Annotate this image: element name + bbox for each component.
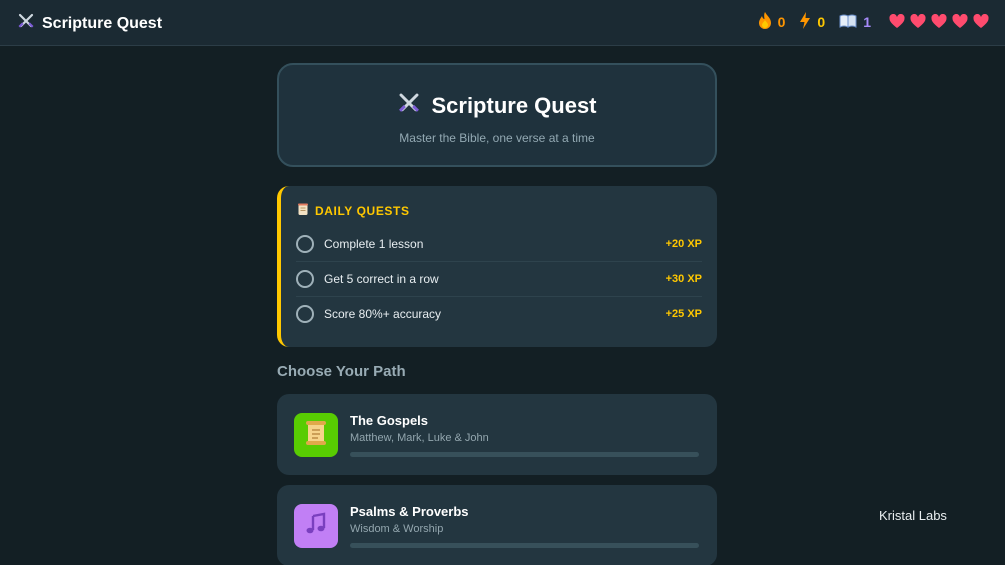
lessons-stat[interactable]: 1 bbox=[839, 14, 871, 31]
choose-path-heading: Choose Your Path bbox=[277, 363, 406, 380]
quest-xp: +30 XP bbox=[665, 273, 702, 285]
path-progress-bar bbox=[350, 452, 699, 457]
hero-card: Scripture Quest Master the Bible, one ve… bbox=[277, 63, 717, 167]
top-bar: Scripture Quest 0 0 1 bbox=[0, 0, 1005, 46]
hero-subtitle: Master the Bible, one verse at a time bbox=[399, 131, 595, 145]
scroll-icon bbox=[304, 420, 328, 451]
lightning-bolt-icon bbox=[799, 12, 811, 32]
stats-bar: 0 0 1 bbox=[758, 12, 989, 32]
fire-icon bbox=[758, 12, 772, 32]
quest-item[interactable]: Get 5 correct in a row +30 XP bbox=[296, 261, 702, 296]
heart-icon bbox=[889, 13, 905, 30]
path-card-gospels[interactable]: The Gospels Matthew, Mark, Luke & John bbox=[277, 394, 717, 475]
xp-stat[interactable]: 0 bbox=[799, 12, 825, 32]
path-title: The Gospels bbox=[350, 413, 429, 428]
brand[interactable]: Scripture Quest bbox=[17, 12, 162, 35]
daily-quests-card: DAILY QUESTS Complete 1 lesson +20 XP Ge… bbox=[277, 186, 717, 347]
quest-item[interactable]: Complete 1 lesson +20 XP bbox=[296, 226, 702, 261]
open-book-icon bbox=[839, 14, 857, 31]
quest-checkbox[interactable] bbox=[296, 234, 314, 253]
lessons-value: 1 bbox=[863, 14, 871, 30]
daily-quests-title: DAILY QUESTS bbox=[315, 204, 410, 218]
streak-stat[interactable]: 0 bbox=[758, 12, 786, 32]
hero-title-text: Scripture Quest bbox=[431, 93, 597, 118]
heart-icon bbox=[931, 13, 947, 30]
quest-checkbox[interactable] bbox=[296, 305, 314, 323]
music-note-icon bbox=[304, 512, 328, 541]
watermark: Kristal Labs bbox=[879, 508, 947, 523]
path-progress-bar bbox=[350, 543, 699, 548]
scroll-icon bbox=[297, 203, 309, 219]
hero-title: Scripture Quest bbox=[279, 91, 715, 121]
crossed-swords-icon bbox=[397, 91, 421, 121]
heart-icon bbox=[973, 13, 989, 30]
heart-icon bbox=[952, 13, 968, 30]
path-icon bbox=[294, 413, 338, 457]
streak-value: 0 bbox=[777, 14, 786, 30]
app-title: Scripture Quest bbox=[42, 14, 163, 32]
quest-label: Complete 1 lesson bbox=[324, 236, 424, 251]
path-card-psalms-proverbs[interactable]: Psalms & Proverbs Wisdom & Worship bbox=[277, 485, 717, 565]
path-icon bbox=[294, 504, 338, 548]
path-subtitle: Matthew, Mark, Luke & John bbox=[350, 432, 489, 444]
quest-label: Score 80%+ accuracy bbox=[324, 307, 442, 321]
daily-quests-heading: DAILY QUESTS bbox=[297, 203, 410, 219]
path-subtitle: Wisdom & Worship bbox=[350, 523, 444, 535]
heart-icon bbox=[910, 13, 926, 30]
quest-xp: +25 XP bbox=[665, 308, 702, 320]
quest-label: Get 5 correct in a row bbox=[324, 272, 439, 286]
path-title: Psalms & Proverbs bbox=[350, 504, 469, 519]
xp-value: 0 bbox=[817, 14, 826, 30]
quest-item[interactable]: Score 80%+ accuracy +25 XP bbox=[296, 296, 702, 331]
quest-checkbox[interactable] bbox=[296, 270, 314, 288]
hearts bbox=[889, 13, 989, 30]
crossed-swords-icon bbox=[17, 12, 35, 35]
quest-xp: +20 XP bbox=[665, 237, 702, 250]
